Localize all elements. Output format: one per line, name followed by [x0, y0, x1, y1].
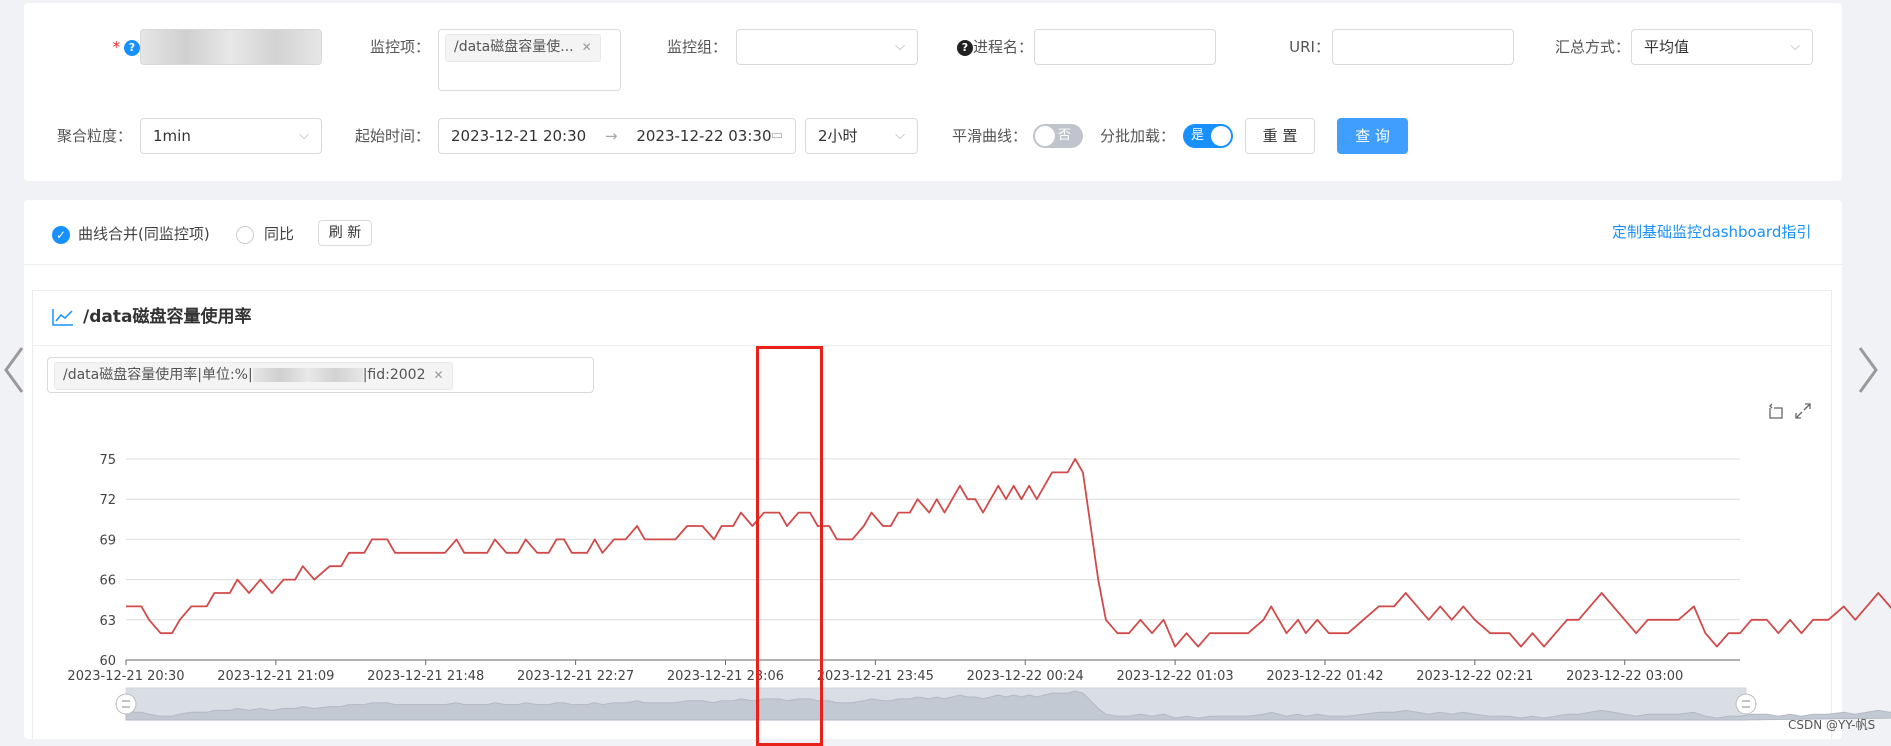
batch-switch[interactable]: 是 [1183, 124, 1233, 148]
range-arrow-icon: → [604, 127, 618, 145]
calendar-icon: ▭ [770, 128, 783, 143]
smooth-switch-text: 否 [1058, 128, 1072, 143]
monitor-group-label: 监控组： [666, 38, 727, 56]
uri-label: URI： [1289, 38, 1330, 56]
refresh-button[interactable]: 刷 新 [318, 220, 372, 246]
time-start[interactable]: 2023-12-21 20:30 [451, 127, 586, 145]
merge-checkbox[interactable]: ✓ 曲线合并(同监控项) [52, 223, 210, 245]
fullscreen-icon[interactable] [1794, 402, 1812, 420]
smooth-switch[interactable]: 否 [1033, 124, 1083, 148]
switch-knob [1035, 126, 1055, 146]
granularity-select[interactable]: 1min ⌵ [140, 118, 322, 154]
agg-select[interactable]: 平均值 ⌵ [1631, 29, 1813, 65]
next-arrow-icon[interactable] [1852, 340, 1882, 400]
divider [24, 264, 1842, 265]
tag-close-icon[interactable]: ✕ [582, 40, 592, 54]
watermark: CSDN @YY-帆S [1788, 718, 1876, 732]
monitor-group-select[interactable]: ⌵ [736, 29, 918, 65]
time-label: 起始时间： [354, 127, 430, 145]
merge-checkbox-label: 曲线合并(同监控项) [78, 225, 210, 243]
query-button[interactable]: 查 询 [1337, 118, 1408, 154]
range-select[interactable]: 2小时 ⌵ [805, 118, 918, 154]
series-tag-prefix: /data磁盘容量使用率|单位:%| [63, 367, 253, 383]
tag-close-icon[interactable]: ✕ [434, 368, 444, 382]
monitor-item-tag: /data磁盘容量使... ✕ [445, 34, 601, 62]
guide-link[interactable]: 定制基础监控dashboard指引 [1612, 221, 1811, 243]
series-tag-suffix: |fid:2002 [362, 367, 426, 383]
restore-icon[interactable] [1767, 402, 1785, 420]
host-label: *? [70, 29, 140, 65]
process-label: ? 进程名： [945, 29, 1033, 65]
batch-switch-text: 是 [1191, 128, 1205, 143]
chevron-down-icon: ⌵ [895, 39, 905, 54]
monitor-item-select[interactable]: /data磁盘容量使... ✕ [438, 29, 621, 91]
chevron-down-icon: ⌵ [299, 128, 309, 143]
checkbox-icon [236, 225, 254, 244]
host-select[interactable] [140, 29, 322, 65]
checkbox-checked-icon: ✓ [52, 225, 70, 244]
chevron-down-icon: ⌵ [1790, 39, 1800, 54]
reset-button[interactable]: 重 置 [1245, 118, 1315, 154]
series-select[interactable]: /data磁盘容量使用率|单位:%| |fid:2002 ✕ [47, 357, 594, 393]
uri-input[interactable] [1332, 29, 1514, 65]
compare-checkbox[interactable]: 同比 [236, 223, 294, 245]
series-tag: /data磁盘容量使用率|单位:%| |fid:2002 ✕ [54, 362, 453, 390]
help-icon[interactable]: ? [956, 39, 973, 56]
divider [32, 345, 1832, 346]
switch-knob [1211, 126, 1231, 146]
compare-checkbox-label: 同比 [264, 225, 295, 243]
time-end[interactable]: 2023-12-22 03:30 [636, 127, 771, 145]
batch-label: 分批加载： [1100, 127, 1176, 145]
highlight-box [756, 346, 823, 746]
chart-line-icon [52, 307, 74, 327]
agg-label: 汇总方式： [1554, 38, 1630, 56]
monitor-item-tag-text: /data磁盘容量使... [454, 39, 574, 55]
chevron-down-icon: ⌵ [895, 128, 905, 143]
smooth-label: 平滑曲线： [951, 127, 1027, 145]
granularity-label: 聚合粒度： [56, 127, 132, 145]
process-input[interactable] [1034, 29, 1216, 65]
help-icon[interactable]: ? [124, 39, 140, 56]
panel-title: /data磁盘容量使用率 [83, 307, 252, 327]
redacted-text [252, 368, 363, 382]
time-range-picker[interactable]: 2023-12-21 20:30 → 2023-12-22 03:30 ▭ [438, 118, 796, 154]
monitor-item-label: 监控项： [369, 38, 430, 56]
